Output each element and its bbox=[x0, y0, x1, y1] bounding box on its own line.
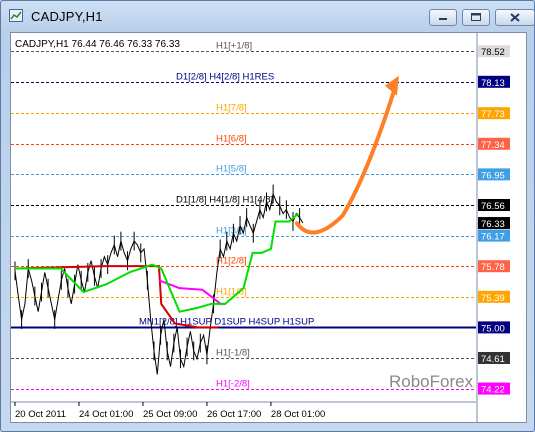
level-label-2: H1[7/8] bbox=[216, 103, 247, 114]
maximize-button[interactable] bbox=[462, 9, 490, 26]
title-bar[interactable]: CADJPY,H1 bbox=[1, 1, 535, 31]
level-label-11: H1[-2/8] bbox=[216, 379, 250, 390]
price-tag-1: 78.13 bbox=[481, 78, 505, 89]
price-tag-7: 76.17 bbox=[481, 232, 505, 243]
forecast-arrow bbox=[294, 86, 397, 235]
level-label-5: D1[1/8] H4[1/8] H1[4/8] bbox=[176, 195, 273, 206]
level-label-10: H1[-1/8] bbox=[216, 348, 250, 359]
price-tag-3: 77.34 bbox=[481, 140, 505, 151]
price-tag-9: 75.39 bbox=[481, 293, 505, 304]
price-line bbox=[14, 192, 304, 375]
price-tag-10: 75.00 bbox=[481, 323, 505, 334]
window-title: CADJPY,H1 bbox=[31, 9, 103, 24]
price-tag-6: 76.33 bbox=[481, 219, 505, 230]
level-label-3: H1[6/8] bbox=[216, 134, 247, 145]
price-tag-5: 76.56 bbox=[481, 201, 505, 212]
price-tag-12: 74.22 bbox=[481, 385, 505, 396]
chart-window: CADJPY,H1 H1[+1/8] D1[2/8] H4[2/8] H1RES H… bbox=[0, 0, 535, 432]
close-button[interactable] bbox=[495, 9, 535, 26]
price-axis: 78.52 78.13 77.73 77.34 76.95 76.56 76.33 76.17… bbox=[476, 33, 510, 422]
time-label-1: 24 Oct 01:00 bbox=[79, 409, 133, 420]
price-series bbox=[14, 75, 399, 375]
level-label-4: H1[5/8] bbox=[216, 164, 247, 175]
price-tag-11: 74.61 bbox=[481, 354, 505, 365]
time-label-3: 26 Oct 17:00 bbox=[207, 409, 261, 420]
price-chart[interactable]: H1[+1/8] D1[2/8] H4[2/8] H1RES H1[7/8] H1[6… bbox=[11, 33, 526, 422]
price-tag-0: 78.52 bbox=[481, 47, 505, 58]
price-tag-4: 76.95 bbox=[481, 170, 505, 181]
maximize-icon bbox=[471, 13, 481, 21]
time-label-0: 20 Oct 2011 bbox=[15, 409, 66, 420]
murrey-levels: H1[+1/8] D1[2/8] H4[2/8] H1RES H1[7/8] H1[6… bbox=[11, 41, 476, 390]
minimize-button[interactable] bbox=[429, 9, 457, 26]
green-line bbox=[15, 212, 299, 313]
chart-window-icon bbox=[9, 9, 23, 22]
time-label-2: 25 Oct 09:00 bbox=[143, 409, 197, 420]
time-axis: 20 Oct 2011 24 Oct 01:00 25 Oct 09:00 26 Oc… bbox=[11, 401, 476, 420]
level-label-0: H1[+1/8] bbox=[216, 41, 252, 52]
watermark: RoboForex bbox=[389, 372, 474, 391]
price-tag-2: 77.73 bbox=[481, 109, 505, 120]
level-label-9: MN1[2/8] H1SUP D1SUP H4SUP H1SUP bbox=[139, 317, 314, 328]
level-label-1: D1[2/8] H4[2/8] H1RES bbox=[176, 72, 274, 83]
chart-area[interactable]: H1[+1/8] D1[2/8] H4[2/8] H1RES H1[7/8] H1[6… bbox=[10, 32, 527, 423]
symbol-header: CADJPY,H1 76.44 76.46 76.33 76.33 bbox=[15, 39, 180, 50]
minimize-icon bbox=[439, 18, 447, 20]
price-tag-8: 75.78 bbox=[481, 262, 505, 273]
time-label-4: 28 Oct 01:00 bbox=[271, 409, 325, 420]
close-icon bbox=[510, 13, 520, 22]
